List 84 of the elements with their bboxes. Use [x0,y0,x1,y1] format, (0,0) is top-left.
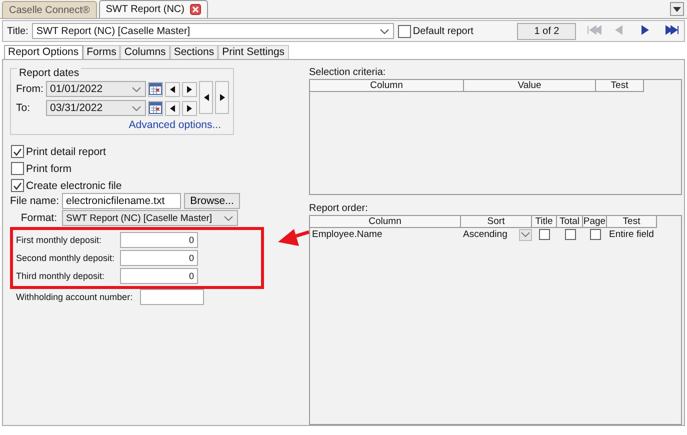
calendar-button[interactable] [148,82,163,96]
checkbox-label: Print detail report [26,146,106,158]
calendar-icon [149,102,162,114]
default-report-label: Default report [412,26,474,36]
checkbox[interactable] [564,229,576,240]
column-header[interactable]: Column [310,216,461,228]
column-header[interactable]: Column [310,80,464,92]
left-arrow-icon [170,104,175,112]
right-arrow-icon [220,94,224,101]
column-header[interactable]: Sort [461,216,532,228]
table-cell-text: Employee.Name [311,228,384,241]
deposit-label: Second monthly deposit: [16,253,116,263]
file-name-label: File name: [10,195,57,207]
caret-icon [673,6,681,12]
file-name-field[interactable]: electronicfilename.txt [62,193,181,209]
tab-label: SWT Report (NC) [106,4,184,15]
last-arrow-icon [665,25,680,35]
deposit-label: Third monthly deposit: [16,271,106,281]
deposit-field[interactable]: 0 [120,250,198,266]
next-period-button[interactable] [215,81,229,114]
deposit-field[interactable]: 0 [120,232,198,248]
selection-criteria-label: Selection criteria: [309,67,387,78]
section-tab[interactable]: Report Options [4,45,83,59]
column-header[interactable]: Total [557,216,583,228]
group-title: Report dates [17,67,82,79]
date-label: From: [16,83,44,95]
previous-button[interactable] [165,82,180,96]
advanced-options-link[interactable]: Advanced options... [16,119,221,131]
chevron-icon [380,28,389,34]
default-report-checkbox[interactable] [398,24,411,38]
tab-list-button[interactable] [670,2,684,16]
title-label: Title: [7,26,28,36]
next-button[interactable] [182,82,197,96]
date-combo-box[interactable]: 01/01/2022 [46,81,146,97]
checkbox[interactable] [590,229,600,240]
section-tab[interactable]: Print Settings [218,45,289,59]
chevron-icon [132,86,141,92]
calendar-button[interactable] [148,100,163,116]
right-arrow-icon [187,104,192,112]
withholding-label: Withholding account number: [16,292,134,302]
withholding-field[interactable] [140,289,204,305]
deposit-label: First monthly deposit: [16,235,103,245]
chevron-icon [224,216,233,220]
calendar-icon [149,83,162,95]
document-tab[interactable]: SWT Report (NC) [98,0,208,18]
section-tab[interactable]: Forms [82,45,120,59]
deposit-field[interactable]: 0 [120,268,198,284]
previous-period-button[interactable] [199,81,213,114]
checkbox[interactable] [539,229,550,240]
checkbox[interactable] [11,179,24,192]
document-tab[interactable]: Caselle Connect® [2,1,97,18]
sort-combo-box[interactable]: Ascending [461,228,532,241]
table-cell-text: Entire field [608,228,655,241]
chevron-icon [521,232,530,237]
date-label: To: [16,102,32,114]
section-tab[interactable]: Columns [120,45,170,59]
format-combo-box[interactable]: SWT Report (NC) [Caselle Master] [62,210,238,226]
section-tab[interactable]: Sections [170,45,218,59]
last-record-button[interactable] [665,25,680,37]
right-arrow-icon [187,86,192,92]
column-header[interactable]: Page [583,216,607,228]
column-header[interactable]: Value [464,80,596,92]
checkbox-label: Create electronic file [26,180,122,192]
previous-button[interactable] [165,100,180,116]
left-arrow-icon [204,94,208,101]
column-header[interactable]: Title [532,216,557,228]
close-icon[interactable] [190,4,202,15]
chevron-icon [132,106,141,110]
tab-label: Caselle Connect® [9,4,90,16]
report-order-label: Report order: [309,203,369,214]
date-combo-box[interactable]: 03/31/2022 [46,100,146,116]
format-label: Format: [20,212,57,224]
checkbox-label: Print form [26,162,72,174]
title-combo-box[interactable]: SWT Report (NC) [Caselle Master] [32,23,394,39]
checkbox[interactable] [11,162,24,175]
browse-button[interactable]: Browse... [184,193,240,209]
left-arrow-icon [170,86,175,92]
first-arrow-icon [587,25,602,35]
column-header[interactable]: Test [607,216,657,228]
arrow [278,229,310,246]
next-button[interactable] [182,100,197,116]
checkbox[interactable] [11,145,24,158]
record-counter: 1 of 2 [517,22,576,40]
column-header[interactable]: Test [596,80,644,92]
